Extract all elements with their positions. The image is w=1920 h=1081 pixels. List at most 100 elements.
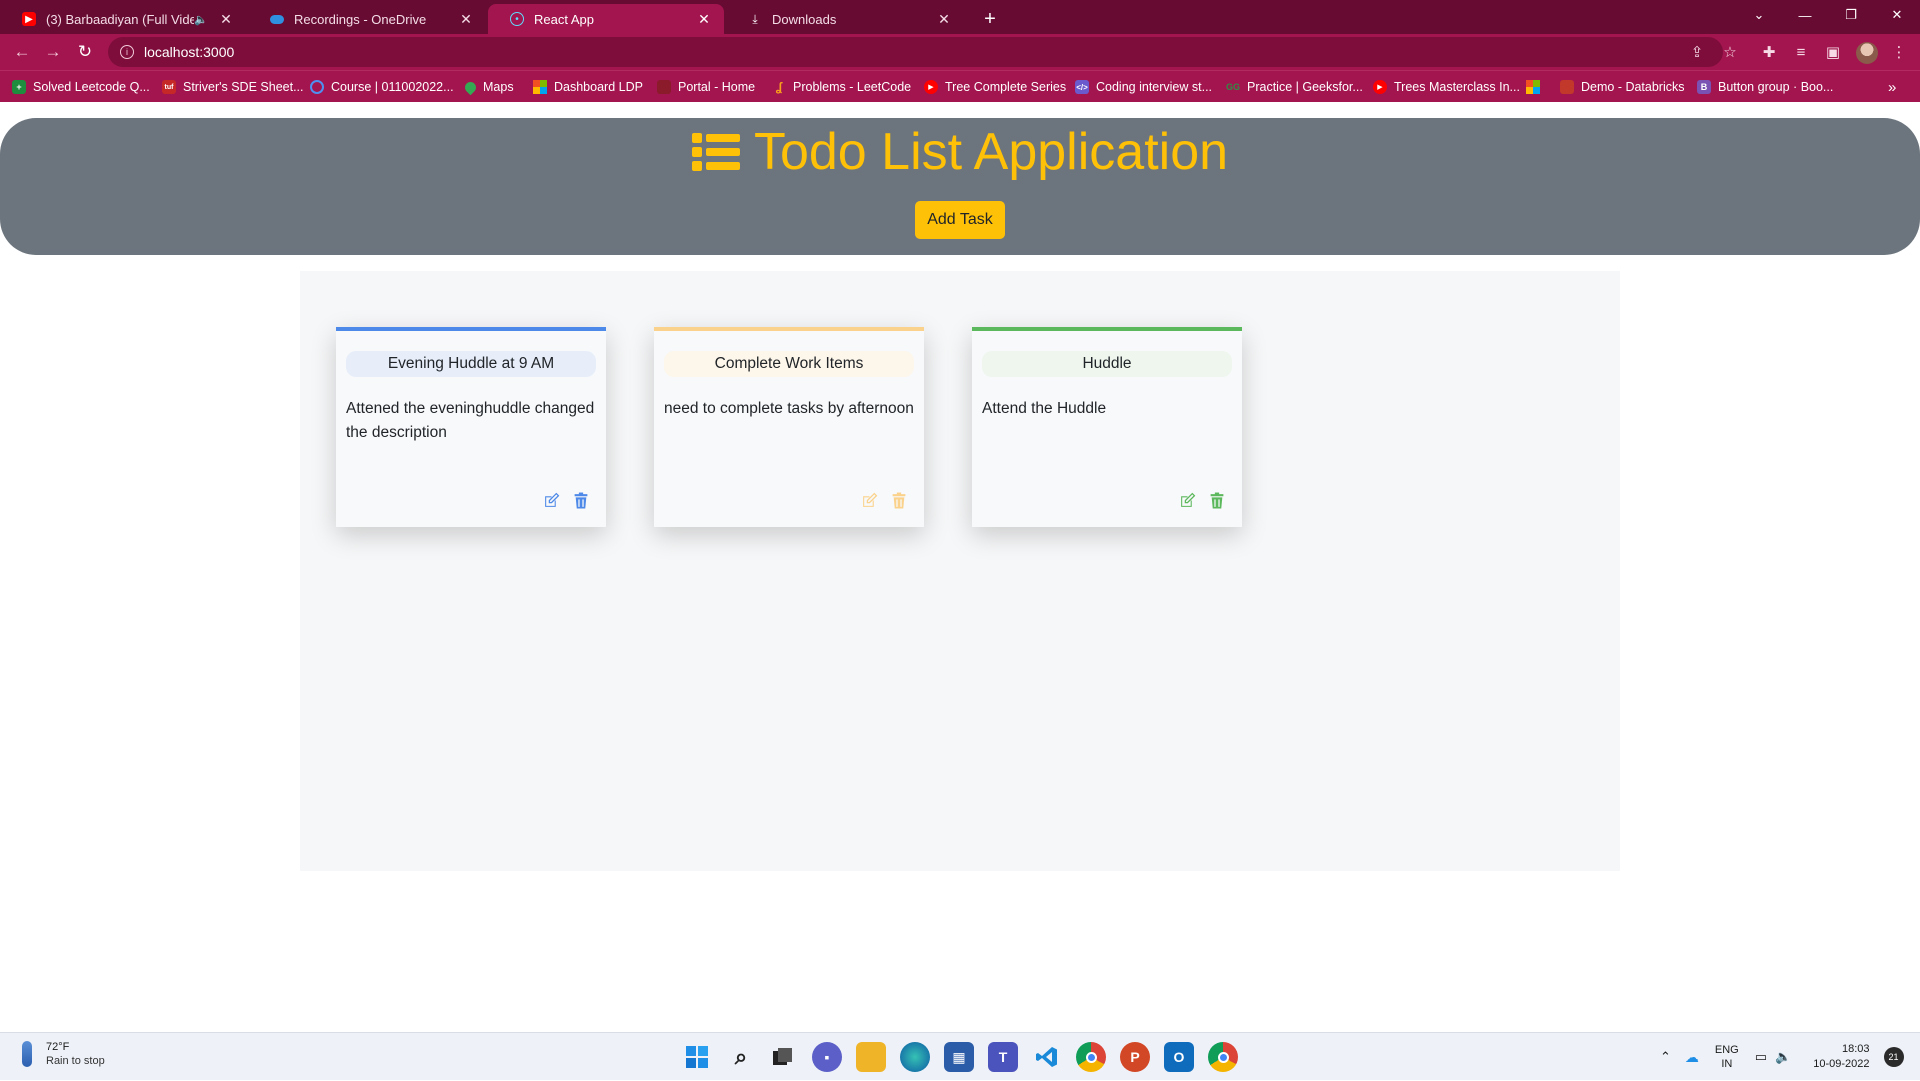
weather-widget[interactable]: 72°F Rain to stop: [22, 1041, 105, 1067]
tab-search-chevron-icon[interactable]: ⌄: [1736, 0, 1782, 30]
bookmark-item[interactable]: ▶ Trees Masterclass In...: [1373, 77, 1520, 97]
task-card-description: Attend the Huddle: [982, 400, 1107, 417]
bookmark-item[interactable]: Maps: [462, 77, 514, 97]
minimize-button[interactable]: —: [1782, 0, 1828, 30]
edit-icon[interactable]: [542, 491, 560, 509]
teams-icon[interactable]: T: [988, 1042, 1018, 1072]
reload-button[interactable]: ↻: [72, 39, 98, 65]
trash-icon[interactable]: [572, 491, 590, 509]
task-card-description: Attened the eveninghuddle changed the de…: [346, 400, 595, 441]
maps-icon: [462, 79, 479, 95]
menu-kebab-icon[interactable]: ⋮: [1888, 41, 1910, 63]
powerpoint-icon[interactable]: P: [1120, 1042, 1150, 1072]
weather-condition: Rain to stop: [46, 1055, 105, 1067]
edge-icon[interactable]: [900, 1042, 930, 1072]
bookmark-label: Dashboard LDP: [554, 80, 643, 94]
chrome-icon[interactable]: [1076, 1042, 1106, 1072]
network-icon[interactable]: ▭: [1755, 1049, 1767, 1065]
task-card: Huddle Attend the Huddle: [972, 327, 1242, 527]
tab-title: Recordings - OneDrive: [294, 11, 427, 27]
search-icon[interactable]: ⌕: [726, 1042, 756, 1072]
task-card: Complete Work Items need to complete tas…: [654, 327, 924, 527]
microsoft-icon: [533, 80, 547, 94]
task-card-actions: [542, 491, 590, 509]
bookmark-item[interactable]: tuf Striver's SDE Sheet...: [162, 77, 303, 97]
bookmark-item[interactable]: ▶ Tree Complete Series: [924, 77, 1066, 97]
close-icon[interactable]: ✕: [936, 11, 952, 28]
chevron-up-icon[interactable]: ⌃: [1660, 1049, 1671, 1065]
task-view-icon[interactable]: [768, 1042, 798, 1072]
chrome-icon[interactable]: [1208, 1042, 1238, 1072]
task-card-title: Complete Work Items: [664, 351, 914, 377]
restore-button[interactable]: ❐: [1828, 0, 1874, 30]
bookmark-item[interactable]: GG Practice | Geeksfor...: [1226, 77, 1363, 97]
file-explorer-icon[interactable]: [856, 1042, 886, 1072]
system-tray: ⌃ ☁ ENG IN ▭ 🔈 18:03 10-09-2022 21: [1660, 1033, 1904, 1081]
avatar[interactable]: [1856, 42, 1878, 64]
bookmark-item[interactable]: [1526, 77, 1547, 97]
close-icon[interactable]: ✕: [458, 11, 474, 28]
tuf-icon: tuf: [162, 80, 176, 94]
speaker-icon[interactable]: 🔈: [194, 13, 208, 26]
language-indicator[interactable]: ENG IN: [1715, 1043, 1739, 1071]
bookmark-label: Maps: [483, 80, 514, 94]
vscode-icon[interactable]: [1032, 1042, 1062, 1072]
youtube-icon: ▶: [1373, 80, 1387, 94]
onedrive-icon[interactable]: ☁: [1685, 1049, 1699, 1066]
region-code: IN: [1721, 1058, 1733, 1070]
task-card-title: Huddle: [982, 351, 1232, 377]
tab-downloads[interactable]: ⤓ Downloads ✕: [726, 4, 964, 34]
new-tab-button[interactable]: +: [976, 5, 1004, 33]
trash-icon[interactable]: [890, 491, 908, 509]
clock[interactable]: 18:03 10-09-2022: [1813, 1042, 1869, 1072]
download-icon: ⤓: [752, 11, 758, 26]
address-bar[interactable]: i localhost:3000: [108, 37, 1723, 67]
leetcode-icon: ʆ: [775, 80, 783, 94]
store-icon[interactable]: ▦: [944, 1042, 974, 1072]
bookmark-item[interactable]: ʆ Problems - LeetCode: [772, 77, 911, 97]
databricks-icon: [1560, 80, 1574, 94]
bookmark-star-icon[interactable]: ☆: [1719, 41, 1741, 63]
task-card-title: Evening Huddle at 9 AM: [346, 351, 596, 377]
bootstrap-icon: B: [1697, 80, 1711, 94]
course-icon: [310, 80, 324, 94]
bookmark-label: Portal - Home: [678, 80, 756, 94]
notification-badge[interactable]: 21: [1883, 1047, 1904, 1067]
close-icon[interactable]: ✕: [696, 11, 712, 28]
chat-icon[interactable]: ▪: [812, 1042, 842, 1072]
volume-icon[interactable]: 🔈: [1775, 1049, 1791, 1065]
bookmark-item[interactable]: Demo - Databricks: [1560, 77, 1685, 97]
extensions-icon[interactable]: ✚: [1758, 41, 1780, 63]
clock-date: 10-09-2022: [1813, 1058, 1870, 1070]
tab-react-app[interactable]: • React App ✕: [488, 4, 724, 34]
bookmark-item[interactable]: Course | 011002022...: [310, 77, 454, 97]
outlook-icon[interactable]: O: [1164, 1042, 1194, 1072]
tab-onedrive[interactable]: Recordings - OneDrive ✕: [248, 4, 486, 34]
bookmark-item[interactable]: Dashboard LDP: [533, 77, 643, 97]
windows-start-icon[interactable]: [682, 1042, 712, 1072]
tab-youtube[interactable]: ▶ (3) Barbaadiyan (Full Video)| 🔈 ✕: [0, 4, 246, 34]
close-icon[interactable]: ✕: [218, 11, 234, 28]
edit-icon[interactable]: [860, 491, 878, 509]
bookmark-item[interactable]: </> Coding interview st...: [1075, 77, 1212, 97]
bookmark-item[interactable]: Portal - Home: [657, 77, 755, 97]
site-info-icon[interactable]: i: [120, 45, 134, 59]
bookmarks-overflow-button[interactable]: »: [1888, 77, 1896, 97]
bookmark-item[interactable]: B Button group · Boo...: [1697, 77, 1833, 97]
gfg-icon: GG: [1226, 82, 1241, 92]
forward-button[interactable]: →: [40, 39, 66, 65]
bookmark-item[interactable]: + Solved Leetcode Q...: [12, 77, 150, 97]
clock-time: 18:03: [1841, 1043, 1870, 1055]
add-task-button[interactable]: Add Task: [915, 201, 1005, 239]
trash-icon[interactable]: [1208, 491, 1226, 509]
windows-taskbar: 72°F Rain to stop ⌕ ▪ ▦ T P O ⌃ ☁ ENG IN…: [0, 1032, 1920, 1080]
side-panel-icon[interactable]: ▣: [1822, 41, 1844, 63]
back-button[interactable]: ←: [9, 39, 35, 65]
close-window-button[interactable]: ✕: [1874, 0, 1920, 30]
browser-toolbar: ← → ↻ i localhost:3000 ⇪ ☆ ✚ ≡ ▣ ⋮: [0, 34, 1920, 70]
edit-icon[interactable]: [1178, 491, 1196, 509]
list-icon: [691, 132, 740, 172]
share-icon[interactable]: ⇪: [1686, 41, 1708, 63]
onedrive-icon: [270, 14, 284, 24]
media-control-icon[interactable]: ≡: [1790, 41, 1812, 63]
